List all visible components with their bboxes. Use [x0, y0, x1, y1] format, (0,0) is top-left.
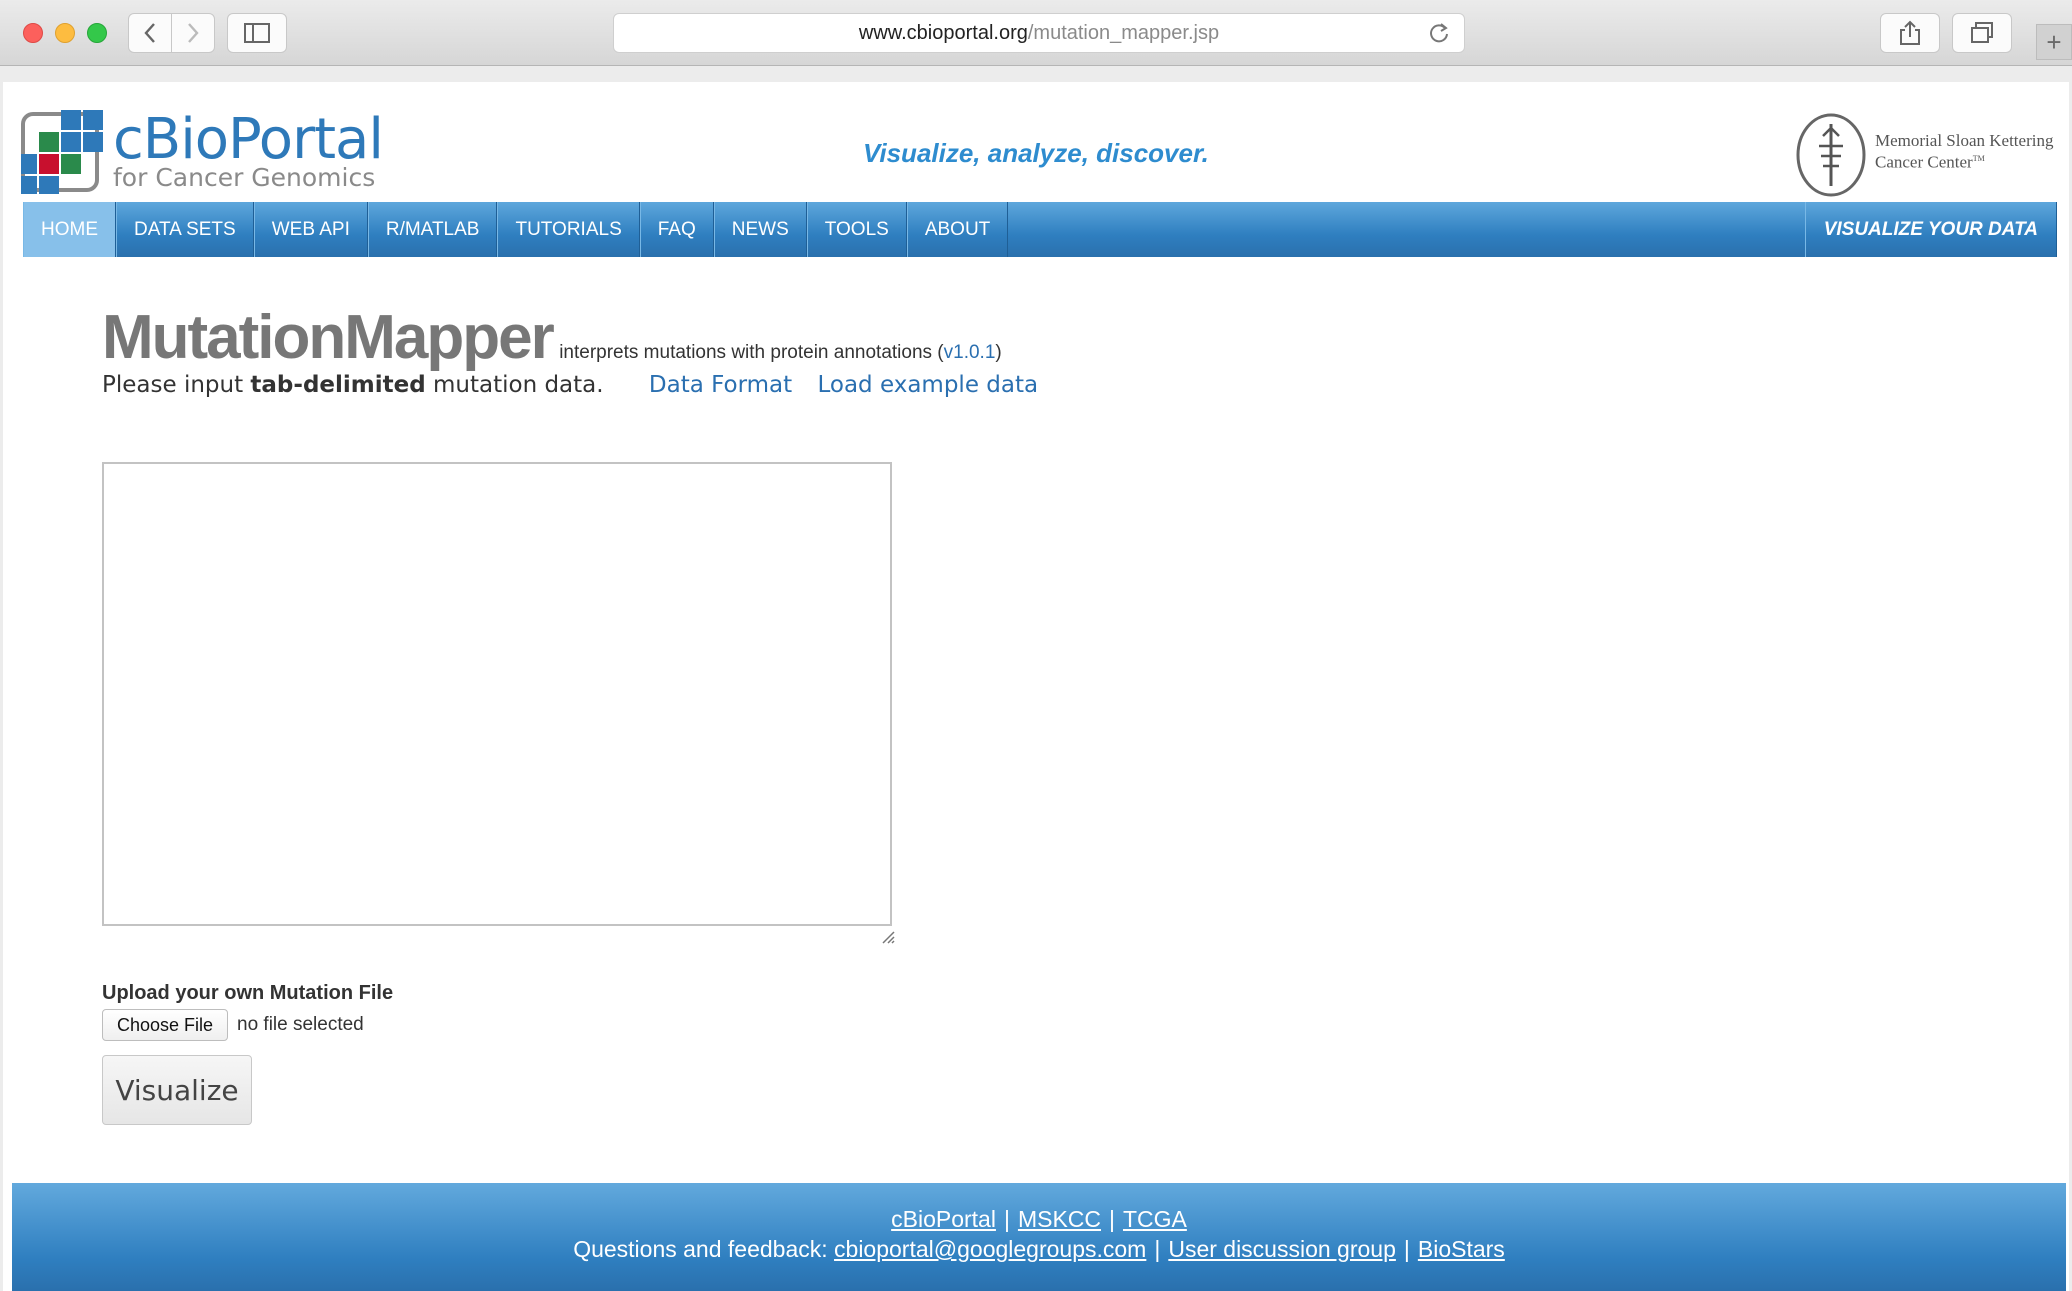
- sidebar-icon: [244, 23, 270, 43]
- nav-r-matlab[interactable]: R/MATLAB: [367, 202, 498, 257]
- share-icon: [1900, 20, 1920, 45]
- footer-email-link[interactable]: cbioportal@googlegroups.com: [834, 1236, 1146, 1262]
- partner-line-2: Cancer Center: [1875, 152, 1973, 172]
- choose-file-button[interactable]: Choose File: [102, 1009, 228, 1041]
- footer-cbioportal-link[interactable]: cBioPortal: [891, 1206, 996, 1232]
- url-domain: www.cbioportal.org: [858, 21, 1028, 44]
- file-status: no file selected: [237, 1014, 364, 1035]
- web-page: cBioPortal for Cancer Genomics Visualize…: [3, 82, 2069, 1291]
- mskcc-seal-icon: [1796, 113, 1866, 197]
- close-window-button[interactable]: [23, 23, 43, 43]
- footer-separator: |: [1003, 1206, 1010, 1232]
- reload-button[interactable]: [1428, 22, 1450, 50]
- logo-subtitle: for Cancer Genomics: [113, 163, 376, 192]
- partner-trademark: TM: [1972, 154, 1985, 163]
- nav-faq[interactable]: FAQ: [639, 202, 714, 257]
- upload-label: Upload your own Mutation File: [102, 982, 394, 1004]
- instructions-suffix: mutation data.: [425, 372, 604, 398]
- mutation-data-input[interactable]: [102, 462, 892, 926]
- back-icon: [144, 23, 155, 43]
- resize-grip-icon[interactable]: [881, 930, 895, 944]
- nav-tutorials[interactable]: TUTORIALS: [497, 202, 640, 257]
- footer-separator: |: [1154, 1236, 1161, 1262]
- nav-home[interactable]: HOME: [23, 202, 116, 257]
- reload-icon: [1430, 23, 1448, 43]
- load-example-data-link[interactable]: Load example data: [817, 372, 1038, 398]
- sidebar-toggle-button[interactable]: [227, 13, 287, 53]
- new-tab-button[interactable]: +: [2036, 24, 2072, 60]
- share-button[interactable]: [1880, 13, 1940, 53]
- version-link[interactable]: v1.0.1: [944, 342, 996, 363]
- tagline: Visualize, analyze, discover.: [863, 138, 1209, 168]
- footer-discussion-group-link[interactable]: User discussion group: [1168, 1236, 1396, 1262]
- forward-icon: [188, 23, 199, 43]
- address-bar[interactable]: www.cbioportal.org/mutation_mapper.jsp: [613, 13, 1465, 53]
- tabs-icon: [1971, 22, 1993, 43]
- back-button[interactable]: [128, 13, 172, 53]
- data-format-link[interactable]: Data Format: [649, 372, 792, 398]
- page-title-row: MutationMapper interprets mutations with…: [102, 302, 1002, 373]
- description-suffix: ): [995, 342, 1002, 363]
- partner-line-1: Memorial Sloan Kettering: [1875, 131, 2054, 150]
- footer-mskcc-link[interactable]: MSKCC: [1018, 1206, 1101, 1232]
- description-prefix: interprets mutations with protein annota…: [559, 342, 944, 363]
- instructions: Please input tab-delimited mutation data…: [102, 372, 1038, 398]
- plus-icon: +: [2046, 26, 2062, 57]
- page-title: MutationMapper: [102, 303, 555, 372]
- forward-button[interactable]: [171, 13, 215, 53]
- browser-toolbar: www.cbioportal.org/mutation_mapper.jsp +: [0, 0, 2072, 66]
- page-description: interprets mutations with protein annota…: [559, 342, 1002, 363]
- cbioportal-logo-icon[interactable]: [21, 110, 103, 194]
- instructions-bold: tab-delimited: [250, 372, 426, 398]
- zoom-window-button[interactable]: [87, 23, 107, 43]
- mskcc-logo[interactable]: Memorial Sloan Kettering Cancer CenterTM: [1795, 112, 2055, 198]
- site-footer: cBioPortal | MSKCC | TCGA Questions and feed…: [12, 1183, 2066, 1291]
- footer-separator: |: [1109, 1206, 1115, 1232]
- logo-title: cBioPortal: [113, 107, 384, 172]
- nav-news[interactable]: NEWS: [713, 202, 807, 257]
- instructions-prefix: Please input: [102, 372, 251, 398]
- feedback-label: Questions and feedback:: [573, 1236, 828, 1262]
- footer-biostars-link[interactable]: BioStars: [1418, 1236, 1505, 1262]
- footer-links-row: cBioPortal | MSKCC | TCGA: [12, 1206, 2066, 1233]
- logo-wordmark[interactable]: cBioPortal for Cancer Genomics: [113, 107, 384, 192]
- visualize-button[interactable]: Visualize: [102, 1055, 252, 1125]
- show-tabs-button[interactable]: [1952, 13, 2012, 53]
- nav-visualize-your-data[interactable]: VISUALIZE YOUR DATA: [1804, 202, 2057, 257]
- footer-separator: |: [1403, 1236, 1410, 1262]
- site-header: cBioPortal for Cancer Genomics Visualize…: [3, 82, 2069, 202]
- footer-tcga-link[interactable]: TCGA: [1123, 1206, 1187, 1232]
- mskcc-wordmark: Memorial Sloan Kettering Cancer CenterTM: [1875, 132, 2053, 172]
- nav-data-sets[interactable]: DATA SETS: [116, 202, 254, 257]
- footer-feedback-row: Questions and feedback: cbioportal@googl…: [12, 1236, 2066, 1263]
- main-nav: HOME DATA SETS WEB API R/MATLAB TUTORIAL…: [23, 202, 2057, 257]
- url-path: /mutation_mapper.jsp: [1027, 21, 1220, 44]
- nav-about[interactable]: ABOUT: [906, 202, 1009, 257]
- nav-web-api[interactable]: WEB API: [253, 202, 368, 257]
- minimize-window-button[interactable]: [55, 23, 75, 43]
- nav-tools[interactable]: TOOLS: [806, 202, 907, 257]
